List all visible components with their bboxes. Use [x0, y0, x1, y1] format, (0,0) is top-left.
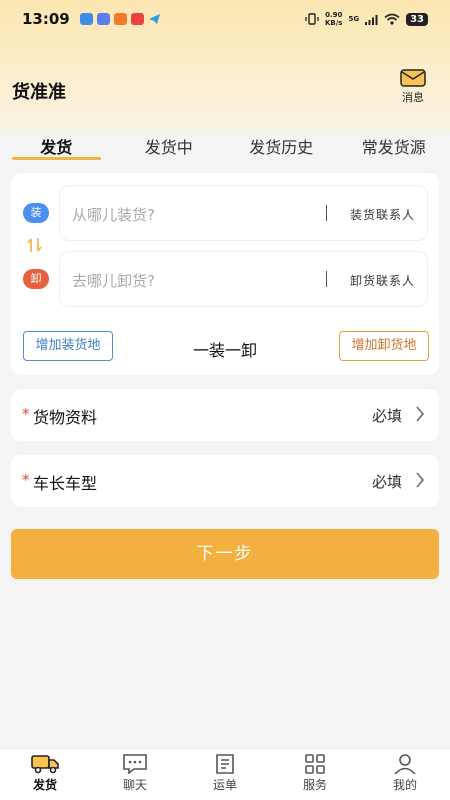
- tab-shipping[interactable]: 发货中: [113, 128, 226, 162]
- load-badge: 装: [23, 203, 49, 223]
- bottom-nav: 发货 聊天 运单 服务 我的: [0, 748, 450, 800]
- nav-waybill-label: 运单: [212, 778, 237, 792]
- messages-label: 消息: [402, 91, 424, 104]
- nav-ship-label: 发货: [32, 778, 57, 792]
- chevron-right-icon: [415, 472, 425, 492]
- route-card: 装 卸 从哪儿装货? 装货联系人 去哪儿卸货? 卸货联系人 增加装货地 一装一卸…: [11, 173, 439, 375]
- status-right: 0.90 KB/s 5G 33: [305, 10, 428, 29]
- tab-bar: 发货 发货中 发货历史 常发货源: [0, 128, 450, 162]
- unload-address-placeholder: 去哪儿卸货?: [72, 272, 155, 290]
- app-title: 货准准: [12, 82, 66, 103]
- load-contact-button[interactable]: 装货联系人: [350, 206, 415, 223]
- unload-badge: 卸: [23, 269, 49, 289]
- unload-address-field[interactable]: 去哪儿卸货? 卸货联系人: [59, 251, 428, 307]
- messages-button[interactable]: 消息: [398, 69, 428, 105]
- vehicle-type-row[interactable]: * 车长车型 必填: [11, 455, 439, 507]
- nav-chat[interactable]: 聊天: [90, 749, 180, 800]
- tab-frequent-sources[interactable]: 常发货源: [338, 128, 450, 162]
- app-header: 货准准 消息: [0, 60, 450, 120]
- vehicle-type-label: 车长车型: [33, 474, 98, 493]
- battery-icon: 33: [406, 12, 428, 26]
- net-speed: 0.90 KB/s: [325, 11, 342, 27]
- next-step-button[interactable]: 下一步: [11, 529, 439, 579]
- goods-info-row[interactable]: * 货物资料 必填: [11, 389, 439, 441]
- swap-icon[interactable]: [25, 236, 45, 258]
- app-notification-icon: [130, 13, 144, 25]
- unload-contact-button[interactable]: 卸货联系人: [350, 272, 415, 289]
- truck-icon: [0, 753, 90, 775]
- network-type: 5G: [348, 15, 360, 23]
- goods-info-label: 货物资料: [33, 408, 98, 427]
- mail-icon: [398, 69, 428, 87]
- tab-ship[interactable]: 发货: [0, 128, 113, 162]
- vehicle-type-value: 必填: [371, 473, 402, 491]
- app-notification-icon: [113, 13, 127, 25]
- vibrate-icon: [305, 10, 319, 29]
- waybill-icon: [180, 753, 270, 775]
- nav-profile-label: 我的: [392, 778, 417, 792]
- required-mark: *: [22, 405, 30, 423]
- net-speed-unit: KB/s: [324, 19, 343, 27]
- app-notification-icon: [79, 13, 93, 25]
- telegram-icon: [148, 10, 161, 29]
- load-address-placeholder: 从哪儿装货?: [72, 206, 155, 224]
- nav-chat-label: 聊天: [122, 778, 147, 792]
- nav-profile[interactable]: 我的: [360, 749, 450, 800]
- divider: [326, 205, 327, 221]
- status-time: 13:09: [22, 10, 70, 28]
- nav-services-label: 服务: [302, 778, 327, 792]
- app-notification-icon: [96, 13, 110, 25]
- divider: [326, 271, 327, 287]
- wifi-icon: [384, 10, 400, 29]
- required-mark: *: [22, 471, 30, 489]
- signal-icon: [365, 10, 378, 29]
- nav-services[interactable]: 服务: [270, 749, 360, 800]
- load-address-field[interactable]: 从哪儿装货? 装货联系人: [59, 185, 428, 241]
- chevron-right-icon: [415, 406, 425, 426]
- goods-info-value: 必填: [371, 407, 402, 425]
- notification-icons: [79, 10, 161, 29]
- nav-ship[interactable]: 发货: [0, 749, 90, 800]
- net-speed-value: 0.90: [325, 11, 343, 19]
- add-unload-location-button[interactable]: 增加卸货地: [339, 331, 429, 361]
- status-bar: 13:09 0.90 KB/s 5G 33: [0, 0, 450, 38]
- nav-waybill[interactable]: 运单: [180, 749, 270, 800]
- grid-icon: [270, 753, 360, 775]
- chat-icon: [90, 753, 180, 775]
- tab-history[interactable]: 发货历史: [225, 128, 338, 162]
- person-icon: [360, 753, 450, 775]
